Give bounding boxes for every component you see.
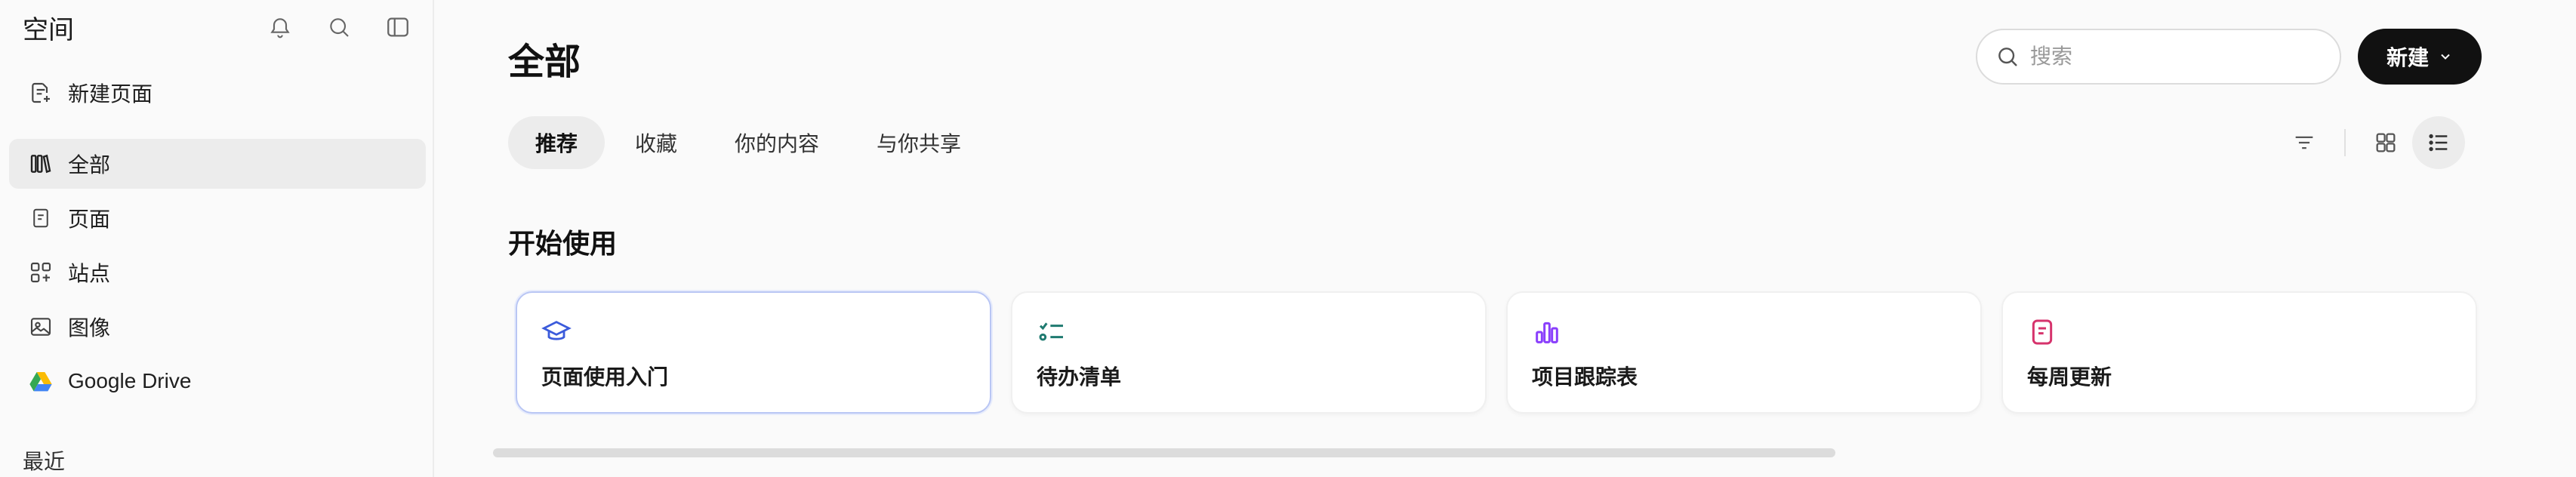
tab-favorites[interactable]: 收藏 — [608, 116, 704, 169]
card-project-tracker[interactable]: 项目跟踪表 — [1506, 291, 1982, 414]
horizontal-scrollbar[interactable] — [493, 448, 1835, 457]
template-cards: 页面使用入门 待办清单 项目跟踪表 每周更新 — [516, 291, 2477, 414]
new-page-label: 新建页面 — [68, 82, 153, 106]
card-weekly-update[interactable]: 每周更新 — [2001, 291, 2477, 414]
image-icon — [26, 312, 56, 342]
bell-icon[interactable] — [263, 11, 297, 44]
sidebar-item-label: 页面 — [68, 208, 111, 231]
sidebar-title: 空间 — [23, 15, 74, 45]
chevron-down-icon — [2441, 54, 2450, 60]
tab-your-content[interactable]: 你的内容 — [707, 116, 846, 169]
tab-bar: 推荐 收藏 你的内容 与你共享 — [508, 116, 988, 169]
sidebar-toggle-icon[interactable] — [381, 11, 414, 44]
card-todo-list[interactable]: 待办清单 — [1011, 291, 1487, 414]
card-label: 每周更新 — [2027, 365, 2112, 389]
card-label: 页面使用入门 — [541, 365, 669, 389]
page-title: 全部 — [508, 42, 581, 82]
library-icon — [26, 149, 56, 179]
grid-view-button[interactable] — [2359, 116, 2412, 169]
sidebar-item-images[interactable]: 图像 — [9, 302, 426, 352]
sidebar-item-label: 全部 — [68, 153, 111, 177]
recent-heading: 最近 — [23, 450, 66, 473]
sidebar-item-sites[interactable]: 站点 — [9, 248, 426, 297]
card-getting-started[interactable]: 页面使用入门 — [516, 291, 991, 414]
new-button-label: 新建 — [2386, 46, 2429, 69]
site-icon — [26, 257, 56, 288]
search-box[interactable] — [1976, 29, 2341, 85]
filter-button[interactable] — [2278, 116, 2331, 169]
filter-icon — [2295, 136, 2313, 149]
search-icon[interactable] — [322, 11, 356, 44]
section-title: 开始使用 — [508, 228, 618, 259]
new-button[interactable]: 新建 — [2358, 29, 2482, 85]
search-input[interactable] — [2030, 45, 2317, 69]
card-label: 待办清单 — [1037, 365, 1122, 389]
graduation-cap-icon — [540, 315, 573, 349]
sidebar-item-pages[interactable]: 页面 — [9, 193, 426, 243]
tab-shared-with-you[interactable]: 与你共享 — [849, 116, 988, 169]
sidebar-item-label: Google Drive — [68, 369, 192, 392]
sidebar-header: 空间 — [23, 11, 414, 45]
chart-icon — [1530, 315, 1564, 349]
sidebar: 空间 新建页面 全部 页面 站点 图像 Google Drive 最近 — [0, 0, 434, 477]
page-icon — [26, 203, 56, 233]
sidebar-item-google-drive[interactable]: Google Drive — [9, 356, 426, 406]
sidebar-item-label: 站点 — [68, 262, 111, 285]
new-page-button[interactable]: 新建页面 — [9, 68, 426, 118]
tab-recommended[interactable]: 推荐 — [508, 116, 605, 169]
divider — [2344, 129, 2346, 156]
new-page-icon — [26, 78, 56, 108]
sidebar-header-icons — [263, 11, 414, 44]
checklist-icon — [1035, 315, 1068, 349]
note-icon — [2026, 315, 2059, 349]
view-tools — [2278, 116, 2465, 169]
sidebar-item-all[interactable]: 全部 — [9, 139, 426, 189]
list-view-icon — [2429, 134, 2448, 152]
sidebar-item-label: 图像 — [68, 316, 111, 340]
card-label: 项目跟踪表 — [1532, 365, 1638, 389]
main-content: 全部 新建 推荐 收藏 你的内容 与你共享 开始使用 页面使用入门 — [436, 0, 2576, 477]
search-icon — [1998, 48, 2017, 66]
google-drive-icon — [26, 366, 56, 396]
list-view-button[interactable] — [2412, 116, 2465, 169]
grid-view-icon — [2376, 133, 2396, 152]
